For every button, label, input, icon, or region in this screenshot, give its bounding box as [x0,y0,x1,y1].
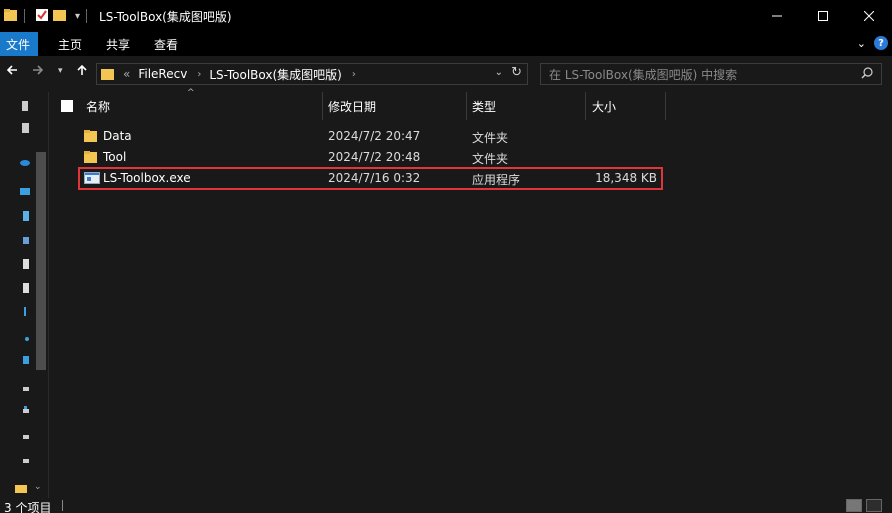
tab-view[interactable]: 查看 [142,32,190,56]
window-controls [754,0,892,32]
help-icon[interactable]: ? [874,36,888,50]
toolbar-separator [24,9,25,23]
forward-button[interactable] [32,64,44,80]
column-divider[interactable] [665,92,666,120]
network-icon[interactable] [14,482,30,494]
file-row-tool[interactable]: Tool 2024/7/2 20:48 文件夹 [78,147,663,168]
3d-objects-icon[interactable] [20,210,30,222]
drive-icon[interactable] [20,430,30,442]
chevron-right-icon[interactable]: › [197,69,201,80]
search-input[interactable]: 在 LS-ToolBox(集成图吧版) 中搜索 [540,63,882,85]
status-bar: 3 个项目 [0,498,892,513]
onedrive-icon[interactable] [20,156,30,168]
column-header-type[interactable]: 类型 [472,92,584,120]
drive-icon[interactable] [20,382,30,394]
minimize-icon [772,15,782,17]
this-pc-icon[interactable] [20,186,30,198]
recent-locations-icon[interactable]: ▾ [58,66,63,76]
column-divider[interactable] [466,92,467,120]
drive-icon[interactable] [20,454,30,466]
documents-icon[interactable] [20,258,30,270]
folder-icon [84,150,98,167]
column-divider[interactable] [322,92,323,120]
up-button[interactable] [76,64,88,80]
tab-home[interactable]: 主页 [46,32,94,56]
breadcrumb-overflow[interactable]: « [123,67,130,81]
file-date: 2024/7/16 0:32 [328,171,421,185]
chevron-right-icon[interactable]: › [352,69,356,80]
tab-share[interactable]: 共享 [94,32,142,56]
ribbon-tabs: 文件 主页 共享 查看 ⌄ ? [0,32,892,56]
minimize-button[interactable] [754,0,800,32]
refresh-icon[interactable]: ↻ [511,65,522,80]
file-type: 文件夹 [472,131,509,145]
item-count: 3 个项目 [4,501,52,513]
back-arrow-icon [6,65,17,75]
pictures-icon[interactable] [20,334,30,346]
toolbar-separator [86,9,88,23]
breadcrumb-filerecv[interactable]: FileRecv [138,67,187,81]
file-name[interactable]: Tool [103,150,126,164]
close-icon [864,11,874,21]
downloads-icon[interactable] [20,282,30,294]
folder-icon [84,129,98,146]
file-type: 应用程序 [472,173,521,187]
drive-icon[interactable] [20,404,30,416]
close-button[interactable] [846,0,892,32]
customize-toolbar-icon[interactable]: ▾ [75,11,80,22]
details-view-icon[interactable] [846,499,862,512]
file-name[interactable]: LS-Toolbox.exe [103,171,191,185]
file-type: 文件夹 [472,152,509,166]
tab-file[interactable]: 文件 [0,32,39,56]
breadcrumb-current[interactable]: LS-ToolBox(集成图吧版) [209,66,342,83]
column-divider[interactable] [585,92,586,120]
expand-ribbon-icon[interactable]: ⌄ [857,37,866,50]
forward-arrow-icon [33,65,44,75]
search-placeholder: 在 LS-ToolBox(集成图吧版) 中搜索 [549,67,738,82]
search-icon[interactable] [861,67,873,82]
select-all-checkbox[interactable] [61,100,73,112]
back-button[interactable] [6,64,18,80]
file-date: 2024/7/2 20:47 [328,129,421,143]
address-bar[interactable]: « FileRecv › LS-ToolBox(集成图吧版) › ⌄ ↻ [96,63,528,85]
file-row-ls-toolbox-exe[interactable]: LS-Toolbox.exe 2024/7/16 0:32 应用程序 18,34… [78,167,663,190]
file-size: 18,348 KB [595,171,657,185]
column-header-date[interactable]: 修改日期 [328,92,464,120]
properties-icon[interactable] [35,8,49,25]
music-icon[interactable] [20,306,30,318]
file-name[interactable]: Data [103,129,132,143]
status-divider [62,500,63,511]
address-history-icon[interactable]: ⌄ [495,67,503,78]
column-header-size[interactable]: 大小 [592,92,664,120]
folder-icon [101,67,115,81]
folder-icon [4,8,18,25]
navigation-scrollbar[interactable] [36,152,46,370]
quick-access-item-icon[interactable] [20,100,30,112]
chevron-down-icon[interactable]: ⌄ [34,482,42,492]
document-icon[interactable] [20,122,30,134]
large-icons-view-icon[interactable] [866,499,882,512]
desktop-icon[interactable] [20,234,30,246]
exe-icon [84,171,100,188]
window-title: LS-ToolBox(集成图吧版) [99,9,232,24]
up-arrow-icon [77,64,87,75]
maximize-icon [818,11,828,21]
column-header-name[interactable]: 名称 [86,92,320,120]
videos-icon[interactable] [20,354,30,366]
title-bar: ▾ LS-ToolBox(集成图吧版) [0,0,892,32]
new-folder-icon[interactable] [53,8,67,25]
file-date: 2024/7/2 20:48 [328,150,421,164]
pane-divider[interactable] [48,92,49,498]
quick-access-toolbar: ▾ [0,0,93,32]
file-row-data[interactable]: Data 2024/7/2 20:47 文件夹 [78,126,663,147]
maximize-button[interactable] [800,0,846,32]
view-switcher [846,499,882,512]
